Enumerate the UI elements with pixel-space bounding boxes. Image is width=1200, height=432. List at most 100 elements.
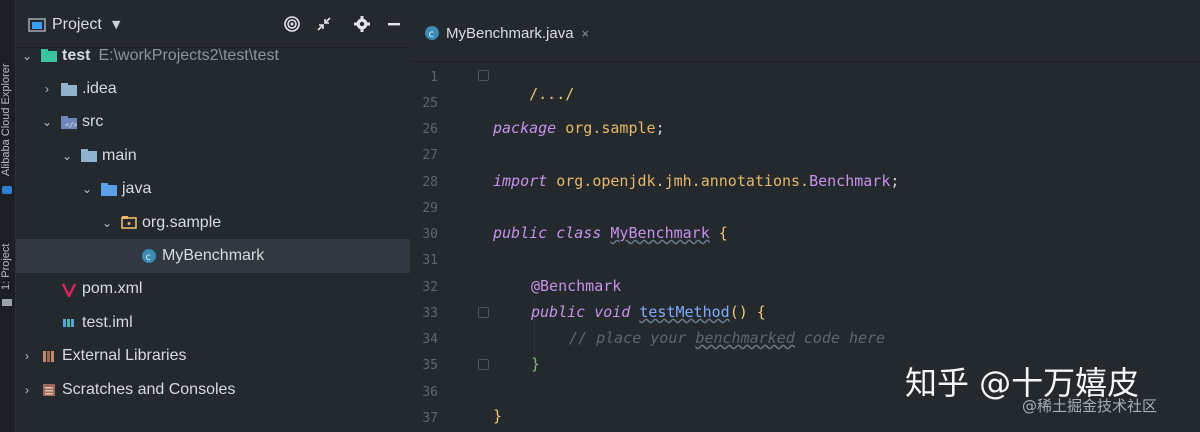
brace: } [531,355,541,373]
fold-marker[interactable] [478,359,489,370]
code-line[interactable]: /.../ [493,67,574,121]
brace: () { [729,303,766,321]
code-line[interactable]: } [493,407,502,425]
comment-word: benchmarked [695,329,795,347]
close-icon[interactable]: × [582,26,590,41]
fold-marker[interactable] [478,70,489,81]
tree-item-test[interactable]: ⌄ test E:\workProjects2\test\test [16,39,410,72]
triangle-down-icon[interactable]: ▼ [112,18,120,31]
line-number: 28 [422,175,438,190]
tool-window-strip: Alibaba Cloud Explorer 1: Project [0,0,16,432]
code-line[interactable]: // place your benchmarked code here [569,329,885,347]
import-path: org.openjdk.jmh.annotations. [556,172,810,190]
tree-item-org-sample[interactable]: ⌄ org.sample [16,206,410,239]
project-tree: ⌄ test E:\workProjects2\test\test › .ide… [16,39,410,406]
chevron-down-icon[interactable]: ⌄ [100,216,114,230]
line-number: 36 [422,385,438,400]
tab-project-label: 1: Project [0,243,12,290]
tree-item-pom-xml[interactable]: pom.xml [16,273,410,306]
line-number: 33 [422,306,438,321]
target-icon[interactable] [282,14,302,34]
project-folder-icon [28,18,46,32]
project-panel-title[interactable]: Project [52,16,102,34]
source-root-icon [100,181,118,197]
tree-item-mybenchmark[interactable]: c MyBenchmark [16,239,410,273]
chevron-down-icon[interactable]: ⌄ [20,49,34,63]
line-number: 32 [422,280,438,295]
line-number: 1 [430,70,438,85]
minimize-icon[interactable] [384,14,404,34]
brace: } [493,407,503,425]
code-line[interactable]: @Benchmark [531,277,621,295]
chevron-down-icon[interactable]: ⌄ [60,149,74,163]
line-number: 34 [422,332,438,347]
keyword: public void [531,303,631,321]
folder-icon [60,81,78,97]
tree-item-test-iml[interactable]: test.iml [16,306,410,339]
package-name: org.sample [565,119,656,137]
annotation: @Benchmark [531,277,622,295]
chevron-down-icon[interactable]: ⌄ [80,182,94,196]
code-line[interactable]: public void testMethod() { [531,303,766,321]
folder-icon [2,299,12,306]
code-line[interactable]: } [531,355,540,373]
fold-marker[interactable] [478,307,489,318]
source-folder-icon: </> [60,114,78,130]
maven-icon [60,281,78,297]
line-number: 27 [422,148,438,163]
scratches-icon [40,382,58,398]
tree-item-label: .idea [82,80,117,98]
line-number: 29 [422,201,438,216]
tree-item-path: E:\workProjects2\test\test [98,46,279,64]
tree-item-label: main [102,146,137,164]
line-number-gutter [410,62,472,432]
tree-item-label: External Libraries [62,347,187,365]
import-class: Benchmark [809,172,891,190]
package-icon [120,215,138,231]
folded-comment[interactable]: /.../ [529,85,574,103]
tab-mybenchmark-java[interactable]: c MyBenchmark.java × [418,14,595,52]
tree-item-label: Scratches and Consoles [62,380,236,398]
watermark-juejin: @稀土掘金技术社区 [1022,397,1158,415]
tree-item-label: test [62,46,91,64]
line-number: 31 [422,253,438,268]
tree-item-src[interactable]: ⌄ </> src [16,106,410,139]
comment: // place your [569,329,696,347]
tree-item-external-libraries[interactable]: › External Libraries [16,340,410,373]
class-icon: c [140,248,158,264]
semicolon: ; [655,119,665,137]
line-number: 25 [422,96,438,111]
cloud-icon [2,186,12,194]
tree-item-label: test.iml [82,313,133,331]
project-panel: Project ▼ ⌄ test E:\workProjects2\test\t… [16,0,410,432]
folder-icon [80,148,98,164]
iml-icon [60,315,78,331]
code-line[interactable]: package org.sample; [493,119,665,137]
tree-item-java[interactable]: ⌄ java [16,173,410,206]
code-line[interactable]: public class MyBenchmark { [493,224,728,242]
tree-item-main[interactable]: ⌄ main [16,139,410,172]
chevron-right-icon[interactable]: › [40,82,54,96]
tree-item-label: java [122,180,152,198]
class-icon: c [425,26,439,40]
tree-item-idea[interactable]: › .idea [16,72,410,105]
line-number: 26 [422,122,438,137]
comment: code here [794,329,886,347]
chevron-right-icon[interactable]: › [20,383,34,397]
tree-item-label: src [82,113,104,131]
keyword: package [493,119,557,137]
svg-text:</>: </> [65,121,77,129]
line-number: 37 [422,411,438,426]
tree-item-scratches-and-consoles[interactable]: › Scratches and Consoles [16,373,410,406]
keyword: public class [493,224,602,242]
tab-alibaba-cloud-explorer-label: Alibaba Cloud Explorer [0,63,12,176]
gear-icon[interactable] [352,14,372,34]
tree-item-label: org.sample [142,213,222,231]
libraries-icon [40,348,58,364]
tab-label: MyBenchmark.java [446,24,574,42]
code-line[interactable]: import org.openjdk.jmh.annotations.Bench… [493,172,899,190]
svg-text:c: c [429,29,435,40]
chevron-right-icon[interactable]: › [20,349,34,363]
collapse-icon[interactable] [314,14,334,34]
chevron-down-icon[interactable]: ⌄ [40,115,54,129]
